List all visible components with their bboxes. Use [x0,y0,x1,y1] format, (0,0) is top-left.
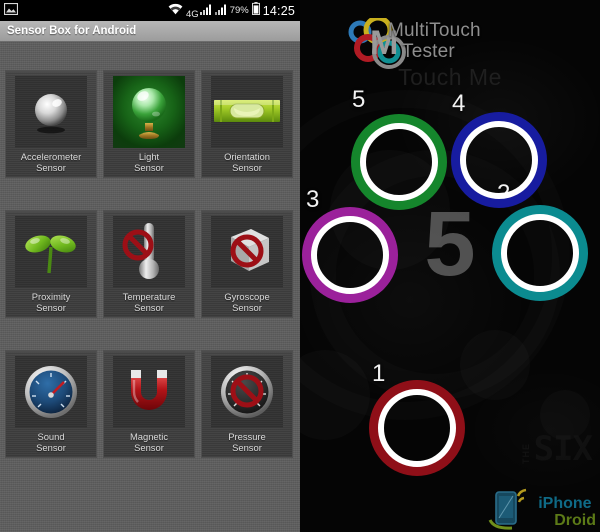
six-watermark-word: SIX [533,429,593,469]
touch-me-hint: Touch Me [398,64,502,90]
touch-ring-inner [378,389,456,467]
sprout-leaf-icon [15,216,87,288]
multitouch-tester-app[interactable]: M MultiTouch Tester Touch Me 5 12345 THE… [300,0,600,532]
horseshoe-magnet-icon [113,356,185,428]
sensor-tile-label: Orientation Sensor [224,151,270,174]
sensor-tile-label: Light Sensor [134,151,164,174]
sensor-grid: Accelerometer Sensor Light Sensor Orient… [0,42,300,532]
thermometer-icon [113,216,185,288]
image-icon [3,2,19,20]
six-watermark-prefix: THE [520,443,531,464]
label-line1: Pressure [228,431,266,442]
sensor-tile-label: Sound Sensor [36,431,66,454]
sensor-row: Proximity Sensor Temperature Sensor Gyro… [0,210,300,318]
status-bar-left [3,2,168,20]
brand-line2: Tester [402,41,455,62]
app-title: Sensor Box for Android [7,25,137,37]
touch-point-label: 1 [372,360,386,387]
label-line1: Temperature [122,291,176,302]
clock-label: 14:25 [262,3,295,18]
label-line2: Sensor [232,442,262,454]
iphonedroid-line1: iPhone [538,495,592,512]
brand-line1: MultiTouch [388,20,481,41]
iphonedroid-line2: Droid [554,512,596,529]
sensor-tile-label: Accelerometer Sensor [21,151,81,174]
sensor-row: Accelerometer Sensor Light Sensor Orient… [0,70,300,178]
spirit-level-icon [211,76,283,148]
battery-percent-label: 79% [229,5,249,16]
label-line2: Sensor [232,302,262,314]
sensor-tile-sound[interactable]: Sound Sensor [5,350,97,458]
sensor-tile-label: Temperature Sensor [123,291,176,314]
touch-point-label: 4 [452,90,466,117]
label-line2: Sensor [134,442,164,454]
label-line1: Magnetic [129,431,169,442]
metal-sphere-icon [15,76,87,148]
label-line1: Orientation [224,151,270,162]
status-bar-right: 4G 79% 14:25 [168,1,295,20]
label-line1: Gyroscope [224,291,270,302]
touch-ring-inner [460,121,538,199]
touch-point-label: 3 [306,186,320,213]
touch-ring-inner [501,214,579,292]
six-watermark: THE SIX [520,429,593,469]
sensor-tile-label: Magnetic Sensor [130,431,168,454]
sensor-tile-temperature[interactable]: Temperature Sensor [103,210,195,318]
label-line2: Sensor [232,162,262,174]
signal-bars-icon-2 [214,2,227,20]
sensor-tile-light[interactable]: Light Sensor [103,70,195,178]
android-status-bar: 4G 79% 14:25 [0,0,300,21]
touch-point-label: 5 [352,86,366,113]
battery-icon [251,1,260,20]
label-line1: Accelerometer [20,151,82,162]
touch-ring-inner [360,123,438,201]
sensor-tile-proximity[interactable]: Proximity Sensor [5,210,97,318]
app-title-bar: Sensor Box for Android [0,21,300,42]
label-line2: Sensor [134,162,164,174]
touch-ring-inner [311,216,389,294]
sensor-box-app: 4G 79% 14:25 Sensor Box for Android Acce… [0,0,300,532]
network-type-label: 4G [186,8,199,20]
sensor-tile-gyroscope[interactable]: Gyroscope Sensor [201,210,293,318]
blue-gauge-icon [15,356,87,428]
label-line1: Proximity [31,291,71,302]
app-brand-text: MultiTouch Tester [388,20,481,62]
label-line2: Sensor [36,162,66,174]
sensor-tile-accelerometer[interactable]: Accelerometer Sensor [5,70,97,178]
green-lamp-icon [113,76,185,148]
iphonedroid-watermark: iPhone Droid [538,495,596,529]
label-line2: Sensor [36,442,66,454]
screen: 4G 79% 14:25 Sensor Box for Android Acce… [0,0,600,532]
wifi-icon [168,2,183,20]
sensor-row: Sound Sensor Magnetic Sensor Pressure Se… [0,350,300,458]
sensor-tile-label: Pressure Sensor [228,431,266,454]
sensor-tile-label: Gyroscope Sensor [224,291,269,314]
label-line1: Light [138,151,160,162]
sensor-tile-orientation[interactable]: Orientation Sensor [201,70,293,178]
label-line1: Sound [37,431,65,442]
sensor-tile-magnetic[interactable]: Magnetic Sensor [103,350,195,458]
cube-icon [211,216,283,288]
signal-bars-icon [199,2,212,20]
label-line2: Sensor [134,302,164,314]
sensor-tile-label: Proximity Sensor [32,291,71,314]
sensor-tile-pressure[interactable]: Pressure Sensor [201,350,293,458]
label-line2: Sensor [36,302,66,314]
white-gauge-icon [211,356,283,428]
